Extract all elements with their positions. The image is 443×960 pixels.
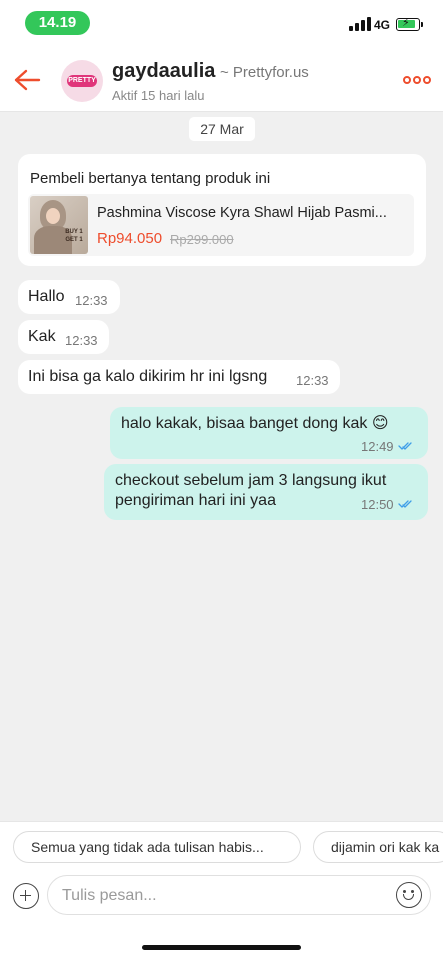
active-status: Aktif 15 hari lalu xyxy=(112,88,205,103)
message-text: Kak xyxy=(28,328,56,345)
product-card-caption: Pembeli bertanya tentang produk ini xyxy=(30,170,271,187)
home-indicator xyxy=(142,945,301,950)
shop-logo: PRETTY xyxy=(67,75,97,87)
shop-name: ~ Prettyfor.us xyxy=(220,64,309,81)
message-text-line2: pengiriman hari ini yaa xyxy=(115,492,276,509)
chat-header: PRETTY gaydaaulia ~ Prettyfor.us Aktif 1… xyxy=(0,48,443,112)
product-title: Pashmina Viscose Kyra Shawl Hijab Pasmi.… xyxy=(97,205,387,221)
message-input[interactable] xyxy=(62,885,382,907)
more-options-icon[interactable] xyxy=(403,76,431,86)
add-attachment-icon[interactable] xyxy=(13,883,39,909)
message-time: 12:33 xyxy=(65,333,98,348)
read-receipt-icon xyxy=(398,442,412,450)
emoji-icon[interactable] xyxy=(396,882,422,908)
message-text: Hallo xyxy=(28,288,65,305)
product-promo-label: BUY 1 GET 1 xyxy=(65,229,83,243)
message-text: checkout sebelum jam 3 langsung ikut xyxy=(115,472,387,489)
outgoing-message[interactable]: halo kakak, bisaa banget dong kak 😊 12:4… xyxy=(110,407,428,459)
quick-reply-bar: Semua yang tidak ada tulisan habis... di… xyxy=(0,821,443,871)
message-text: halo kakak, bisaa banget dong kak 😊 xyxy=(121,415,389,432)
network-type: 4G xyxy=(374,18,391,32)
chat-username[interactable]: gaydaaulia xyxy=(112,60,215,83)
back-arrow-icon[interactable] xyxy=(13,68,41,92)
message-input-wrapper xyxy=(47,875,431,915)
message-time: 12:33 xyxy=(296,373,329,388)
quick-reply-chip[interactable]: Semua yang tidak ada tulisan habis... xyxy=(13,831,301,863)
battery-cap xyxy=(421,22,423,27)
avatar[interactable]: PRETTY xyxy=(61,60,103,102)
product-price: Rp94.050 xyxy=(97,230,163,247)
message-time: 12:50 xyxy=(361,497,394,512)
message-text: Ini bisa ga kalo dikirim hr ini lgsng xyxy=(28,368,268,385)
quick-reply-chip[interactable]: dijamin ori kak ka xyxy=(313,831,443,863)
product-inquiry-card: Pembeli bertanya tentang produk ini BUY … xyxy=(18,154,426,266)
product-original-price: Rp299.000 xyxy=(170,232,234,247)
incoming-message[interactable]: Hallo 12:33 xyxy=(18,280,120,314)
product-thumbnail: BUY 1 GET 1 xyxy=(30,196,88,254)
incoming-message[interactable]: Kak 12:33 xyxy=(18,320,109,354)
message-time: 12:33 xyxy=(75,293,108,308)
outgoing-message[interactable]: checkout sebelum jam 3 langsung ikut pen… xyxy=(104,464,428,520)
message-composer xyxy=(0,871,443,960)
incoming-message[interactable]: Ini bisa ga kalo dikirim hr ini lgsng 12… xyxy=(18,360,340,394)
read-receipt-icon xyxy=(398,500,412,508)
product-item[interactable]: BUY 1 GET 1 Pashmina Viscose Kyra Shawl … xyxy=(28,194,414,256)
date-separator: 27 Mar xyxy=(189,117,255,141)
signal-icon xyxy=(349,17,371,31)
status-time: 14.19 xyxy=(25,11,90,35)
battery-icon: ⚡ xyxy=(396,17,420,31)
message-time: 12:49 xyxy=(361,439,394,454)
status-bar: 14.19 4G ⚡ xyxy=(0,0,443,48)
